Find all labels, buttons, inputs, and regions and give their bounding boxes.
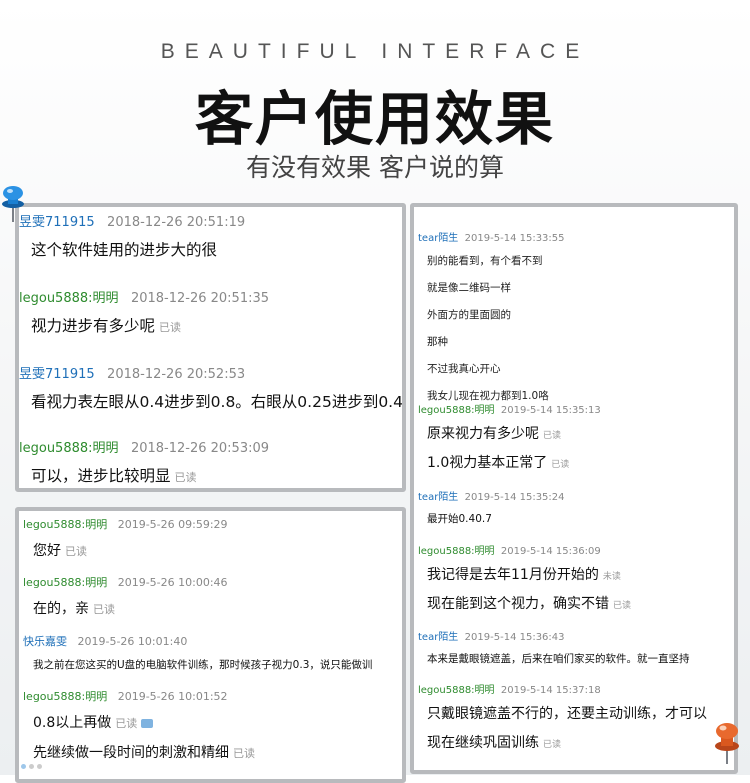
read-status: 已读	[613, 601, 632, 611]
chat-message: legou5888:明明 2018-12-26 20:51:35 视力进步有多少…	[19, 287, 402, 336]
chat-panel-1[interactable]: 昱雯711915 2018-12-26 20:51:19 这个软件娃用的进步大的…	[15, 203, 406, 492]
message-text: 先继续做一段时间的刺激和精细	[33, 745, 229, 761]
chat-message: tear陌生 2019-5-14 15:33:55 别的能看到，有个看不到 就是…	[418, 229, 734, 403]
message-time: 2018-12-26 20:53:09	[130, 441, 270, 456]
read-status: 已读	[115, 717, 138, 730]
chat-message: legou5888:明明 2019-5-26 09:59:29 您好 已读	[23, 516, 402, 560]
sender-name: tear陌生	[418, 233, 459, 244]
message-text: 这个软件娃用的进步大的很	[31, 241, 218, 259]
message-time: 2019-5-14 15:36:09	[500, 546, 601, 557]
blue-pushpin-icon	[2, 186, 24, 222]
sender-name: legou5888:明明	[418, 546, 495, 557]
chat-message: 昱雯711915 2018-12-26 20:51:19 这个软件娃用的进步大的…	[19, 211, 402, 260]
chat-message: legou5888:明明 2019-5-26 10:00:46 在的，亲 已读	[23, 574, 402, 618]
message-time: 2019-5-26 10:01:40	[77, 635, 188, 648]
sender-name: tear陌生	[418, 632, 459, 643]
message-time: 2019-5-26 09:59:29	[117, 518, 228, 531]
sender-name: legou5888:明明	[19, 441, 119, 456]
chat-message: legou5888:明明 2019-5-14 15:35:13 原来视力有多少呢…	[418, 401, 734, 472]
message-time: 2019-5-14 15:37:18	[500, 685, 601, 696]
read-status: 已读	[543, 431, 562, 441]
message-text: 视力进步有多少呢	[31, 317, 156, 335]
message-text: 外面方的里面圆的	[427, 309, 511, 321]
pagination-dots	[21, 754, 42, 773]
chat-message: 快乐嘉雯 2019-5-26 10:01:40 我之前在您这买的U盘的电脑软件训…	[23, 633, 402, 672]
read-status: 已读	[65, 545, 87, 558]
message-text: 1.0视力基本正常了	[427, 455, 548, 471]
message-text: 我之前在您这买的U盘的电脑软件训练，那时候孩子视力0.3，说只能做训	[33, 659, 373, 671]
sender-name: 昱雯711915	[19, 367, 95, 382]
chat-message: tear陌生 2019-5-14 15:35:24 最开始0.40.7	[418, 488, 734, 526]
chat-message: 昱雯711915 2018-12-26 20:52:53 看视力表左眼从0.4进…	[19, 363, 402, 412]
message-text: 在的，亲	[33, 601, 89, 617]
message-text: 不过我真心开心	[427, 363, 501, 375]
message-text: 可以，进步比较明显	[31, 467, 171, 485]
emoji-icon	[141, 718, 154, 728]
read-status: 已读	[174, 471, 197, 484]
unread-status: 未读	[602, 572, 621, 582]
message-text: 我记得是去年11月份开始的	[427, 567, 599, 583]
chat-message: legou5888:明明 2019-5-26 10:01:52 0.8以上再做已…	[23, 688, 402, 762]
message-time: 2019-5-26 10:00:46	[117, 576, 228, 589]
read-status: 已读	[159, 321, 182, 334]
sender-name: legou5888:明明	[23, 690, 108, 703]
message-text: 只戴眼镜遮盖不行的，还要主动训练，才可以	[427, 706, 707, 722]
chat-panel-3[interactable]: tear陌生 2019-5-14 15:33:55 别的能看到，有个看不到 就是…	[410, 203, 738, 774]
message-text: 现在继续巩固训练	[427, 735, 539, 751]
message-time: 2018-12-26 20:51:19	[107, 215, 246, 230]
sender-name: legou5888:明明	[23, 576, 108, 589]
message-time: 2018-12-26 20:52:53	[107, 367, 246, 382]
message-time: 2019-5-14 15:35:13	[500, 405, 601, 416]
chat-message: legou5888:明明 2019-5-14 15:36:09 我记得是去年11…	[418, 542, 734, 613]
page-subtitle: 有没有效果 客户说的算	[246, 153, 504, 182]
message-text: 0.8以上再做	[33, 715, 112, 731]
message-text: 本来是戴眼镜遮盖，后来在咱们家买的软件。就一直坚持	[427, 653, 690, 665]
message-time: 2019-5-26 10:01:52	[117, 690, 228, 703]
message-text: 现在能到这个视力，确实不错	[427, 596, 609, 612]
chat-message: legou5888:明明 2018-12-26 20:53:09 可以，进步比较…	[19, 437, 402, 486]
message-time: 2018-12-26 20:51:35	[130, 291, 270, 306]
sender-name: 快乐嘉雯	[23, 635, 67, 648]
message-time: 2019-5-14 15:35:24	[464, 492, 565, 503]
eyebrow-heading: BEAUTIFUL INTERFACE	[160, 40, 590, 63]
chat-panel-2[interactable]: legou5888:明明 2019-5-26 09:59:29 您好 已读 leg…	[15, 507, 406, 783]
message-text: 看视力表左眼从0.4进步到0.8。右眼从0.25进步到0.4	[31, 393, 403, 411]
read-status: 已读	[551, 460, 570, 470]
message-text: 就是像二维码一样	[427, 282, 511, 294]
message-text: 您好	[33, 543, 61, 559]
sender-name: 昱雯711915	[19, 215, 95, 230]
message-text: 原来视力有多少呢	[427, 426, 539, 442]
sender-name: legou5888:明明	[19, 291, 119, 306]
sender-name: legou5888:明明	[23, 518, 108, 531]
read-status: 已读	[233, 747, 255, 760]
sender-name: tear陌生	[418, 492, 459, 503]
sender-name: legou5888:明明	[418, 685, 495, 696]
message-time: 2019-5-14 15:36:43	[464, 632, 565, 643]
chat-message: legou5888:明明 2019-5-14 15:37:18 只戴眼镜遮盖不行…	[418, 681, 734, 752]
read-status: 已读	[93, 603, 115, 616]
chat-message: tear陌生 2019-5-14 15:36:43 本来是戴眼镜遮盖，后来在咱们…	[418, 628, 734, 666]
message-text: 最开始0.40.7	[427, 513, 492, 525]
message-time: 2019-5-14 15:33:55	[464, 233, 565, 244]
sender-name: legou5888:明明	[418, 405, 495, 416]
read-status: 已读	[543, 740, 562, 750]
message-text: 那种	[427, 336, 448, 348]
message-text: 别的能看到，有个看不到	[427, 255, 543, 267]
orange-pushpin-icon	[715, 723, 739, 764]
page-title: 客户使用效果	[194, 85, 555, 153]
